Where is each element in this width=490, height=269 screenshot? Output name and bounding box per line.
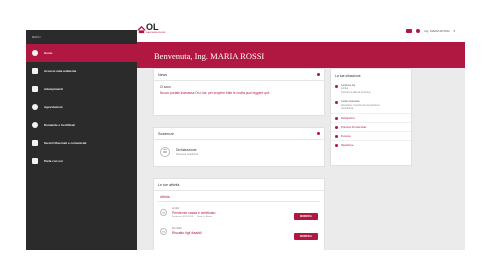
sidebar-item-domande[interactable]: Domande e Certificati <box>26 116 137 134</box>
user-name[interactable]: Ing. MARIA ROSSI <box>424 29 449 33</box>
tab-attivita[interactable]: Attività <box>154 191 324 201</box>
user-icon <box>335 85 338 88</box>
news-count: Ci sono <box>160 85 171 89</box>
sidebar-item-home[interactable]: Home <box>26 44 137 62</box>
link-dichiarazioni[interactable]: Dichiarazioni <box>331 113 411 122</box>
deadline-item[interactable]: ☰ Dichiarazione Nessuna scadenza <box>154 140 324 164</box>
link-icon: ∞ <box>160 227 167 235</box>
sidebar-item-agevolazioni[interactable]: Agevolazioni <box>26 98 137 116</box>
deadline-subtitle: Nessuna scadenza <box>176 153 199 156</box>
docs-icon <box>32 86 38 92</box>
deadlines-title: Scadenze <box>154 128 324 140</box>
link-icon: ∞ <box>160 209 167 216</box>
sidebar-item-label: Adempimenti <box>44 87 64 91</box>
news-card: News Ci sono Nuovo portale inarcassa On … <box>153 68 325 116</box>
chevron-right-icon <box>335 143 338 147</box>
sidebar-item-adempimenti[interactable]: Adempimenti <box>26 80 137 98</box>
sidebar-item-label: Servizi Riservati e comunicati <box>44 141 87 145</box>
document-icon: ☰ <box>160 147 170 157</box>
activity-title[interactable]: Pendenze cassa e certificato <box>172 211 215 215</box>
coins-icon <box>32 104 38 110</box>
sidebar-item-label: Parla con noi <box>44 159 63 163</box>
page-frame: MENU Home Accessi nata ambiente Adempime… <box>0 0 490 269</box>
logo[interactable]: OL INARCASSA ONLINE <box>137 22 171 39</box>
activities-title: Le tue attività <box>154 179 324 191</box>
notification-dot-icon <box>317 132 320 135</box>
lock-icon <box>32 140 38 146</box>
notification-dot-icon <box>317 73 320 76</box>
activity-code: Ac-Ref <box>172 207 180 210</box>
logo-text: OL <box>146 22 159 32</box>
activity-row[interactable]: ∞ Ac-Ref Pendenze cassa e certificato Sc… <box>154 202 324 222</box>
deadline-title: Dichiarazione <box>176 148 197 152</box>
chat-icon <box>32 158 38 164</box>
news-title: News <box>154 69 324 81</box>
top-header: OL INARCASSA ONLINE Ing. MARIA ROSSI ▾ <box>137 20 465 42</box>
id-icon <box>335 101 338 105</box>
activity-date: Scadenza 30/11/2018 <box>172 216 194 218</box>
sidebar-item-label: Agevolazioni <box>44 105 63 109</box>
activity-title[interactable]: Riscatto figli disabili <box>172 231 202 235</box>
deadlines-card: Scadenze ☰ Dichiarazione Nessuna scadenz… <box>153 127 325 167</box>
activity-status: Stato: In Bozza <box>197 216 212 218</box>
situation-item-line: contributiva <box>341 107 354 111</box>
page-title: Benvenuta, Ing. MARIA ROSSI <box>154 51 265 61</box>
chevron-right-icon <box>335 134 338 138</box>
chevron-right-icon <box>335 116 338 120</box>
situation-title: La tua situazione <box>335 74 361 78</box>
link-pensione[interactable]: Pensione <box>331 131 411 140</box>
sidebar-item-accessi[interactable]: Accessi nata ambiente <box>26 62 137 80</box>
welcome-banner: Benvenuta, Ing. MARIA ROSSI <box>137 42 465 68</box>
sidebar-item-parla[interactable]: Parla con noi <box>26 152 137 170</box>
situation-item-line: Inserisci la data di iscrizione <box>341 90 371 94</box>
activity-code: RC-4020 <box>172 227 182 230</box>
sidebar-heading: MENU <box>32 36 41 39</box>
link-posizione[interactable]: Posizione Previdenziale <box>331 122 411 131</box>
logo-subtitle: INARCASSA ONLINE <box>146 32 166 34</box>
home-icon <box>32 50 38 56</box>
logo-roof-icon <box>137 25 146 34</box>
header-actions: Ing. MARIA ROSSI ▾ <box>406 29 455 33</box>
chevron-right-icon <box>335 125 338 129</box>
edit-button[interactable]: MODIFICA <box>294 213 318 220</box>
user-icon <box>32 68 38 74</box>
doc-check-icon <box>32 122 38 128</box>
sidebar-item-label: Domande e Certificati <box>44 123 75 127</box>
situation-item: Codice Inarcassa Alternative: Inserisci … <box>331 97 411 113</box>
sidebar-item-label: Home <box>44 51 53 55</box>
chevron-down-icon[interactable]: ▾ <box>453 29 455 33</box>
activity-row[interactable]: ∞ RC-4020 Riscatto figli disabili MODIFI… <box>154 222 324 240</box>
sidebar-item-label: Accessi nata ambiente <box>44 69 77 73</box>
situation-item: Iscrizione Ing. Iscritta Inserisci la da… <box>331 81 411 97</box>
activities-card: Le tue attività Attività ∞ Ac-Ref Penden… <box>153 178 325 250</box>
activity-meta: Scadenza 30/11/2018 Stato: In Bozza <box>172 216 215 218</box>
edit-button[interactable]: MODIFICA <box>294 233 318 240</box>
link-ripartizione[interactable]: Ripartizione <box>331 140 411 149</box>
sidebar-item-servizi[interactable]: Servizi Riservati e comunicati <box>26 134 137 152</box>
mail-icon[interactable] <box>406 29 413 33</box>
user-icon[interactable] <box>416 29 421 33</box>
sidebar: MENU Home Accessi nata ambiente Adempime… <box>26 30 137 250</box>
situation-panel: La tua situazione Iscrizione Ing. Iscrit… <box>330 68 412 166</box>
news-link[interactable]: Nuovo portale inarcassa On Line, per sco… <box>154 90 324 97</box>
